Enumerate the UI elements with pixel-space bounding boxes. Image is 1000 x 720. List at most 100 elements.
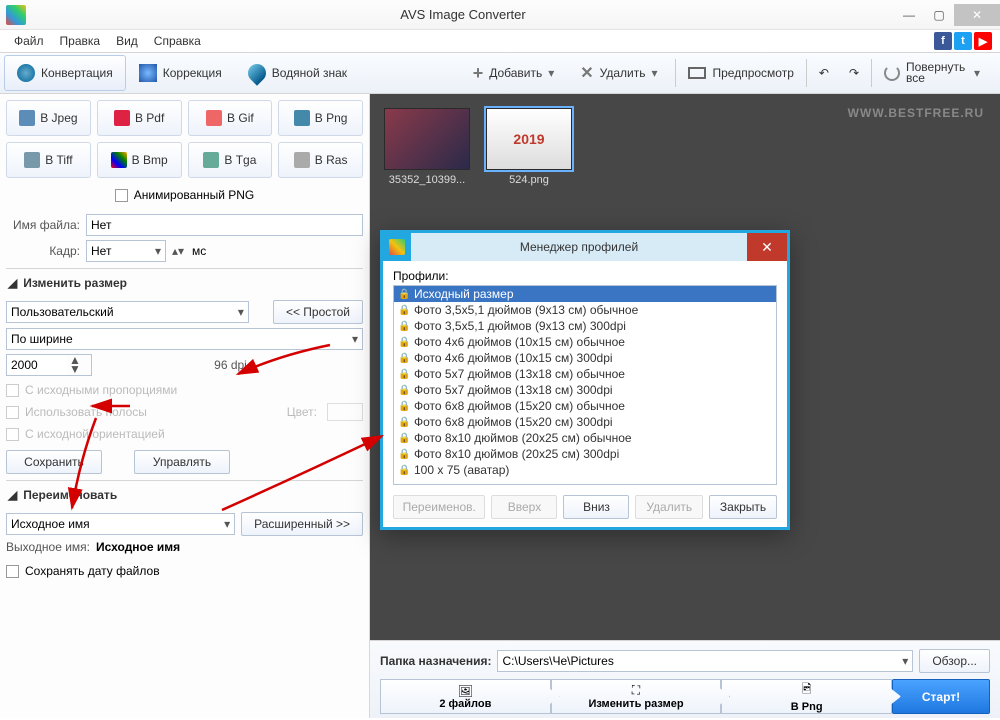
profile-item-label: Фото 5x7 дюймов (13x18 см) 300dpi bbox=[414, 383, 613, 397]
rename-preset-select[interactable]: Исходное имя▾ bbox=[6, 513, 235, 535]
rename-heading[interactable]: ◢Переименовать bbox=[6, 485, 363, 508]
menu-help[interactable]: Справка bbox=[148, 32, 207, 50]
dest-label: Папка назначения: bbox=[380, 654, 491, 668]
move-down-button[interactable]: Вниз bbox=[563, 495, 629, 519]
dest-path-select[interactable]: C:\Users\Че\Pictures▾ bbox=[497, 650, 913, 672]
twitter-icon[interactable]: t bbox=[954, 32, 972, 50]
format-tiff[interactable]: В Tiff bbox=[6, 142, 91, 178]
chevron-down-icon: ▾ bbox=[902, 654, 908, 668]
rename-profile-button: Переименов. bbox=[393, 495, 486, 519]
chevron-down-icon: ▾ bbox=[238, 305, 244, 319]
profile-item[interactable]: 🔒Фото 5x7 дюймов (13x18 см) обычное bbox=[394, 366, 776, 382]
rotate-left-button[interactable]: ↶ bbox=[809, 57, 839, 89]
menu-view[interactable]: Вид bbox=[110, 32, 144, 50]
start-button[interactable]: Старт! bbox=[892, 679, 990, 714]
rotate-all-button[interactable]: Повернуть все▾ bbox=[874, 57, 996, 89]
profile-item-label: 100 x 75 (аватар) bbox=[414, 463, 509, 477]
rotate-right-button[interactable]: ↷ bbox=[839, 57, 869, 89]
close-profile-button[interactable]: Закрыть bbox=[709, 495, 777, 519]
advanced-button[interactable]: Расширенный >> bbox=[241, 512, 363, 536]
outname-label: Выходное имя: bbox=[6, 540, 90, 554]
profile-item[interactable]: 🔒100 x 75 (аватар) bbox=[394, 462, 776, 478]
profiles-label: Профили: bbox=[393, 269, 777, 283]
keep-date-checkbox[interactable] bbox=[6, 565, 19, 578]
profile-item[interactable]: 🔒Фото 3,5x5,1 дюймов (9x13 см) 300dpi bbox=[394, 318, 776, 334]
format-jpeg[interactable]: В Jpeg bbox=[6, 100, 91, 136]
tab-watermark[interactable]: Водяной знак bbox=[235, 55, 360, 91]
format-tga[interactable]: В Tga bbox=[188, 142, 273, 178]
chevron-down-icon[interactable]: ▾ bbox=[651, 66, 663, 80]
profile-item[interactable]: 🔒Фото 4x6 дюймов (10x15 см) 300dpi bbox=[394, 350, 776, 366]
lock-icon: 🔒 bbox=[398, 289, 409, 300]
chevron-down-icon[interactable]: ▾ bbox=[974, 66, 986, 80]
animated-checkbox[interactable] bbox=[115, 189, 128, 202]
filename-input[interactable] bbox=[86, 214, 363, 236]
separator bbox=[871, 59, 872, 87]
keep-orient-checkbox bbox=[6, 428, 19, 441]
pdf-icon bbox=[114, 110, 130, 126]
lock-icon: 🔒 bbox=[398, 385, 409, 396]
tab-correct[interactable]: Коррекция bbox=[126, 55, 235, 91]
lock-icon: 🔒 bbox=[398, 321, 409, 332]
facebook-icon[interactable]: f bbox=[934, 32, 952, 50]
resize-value-input[interactable] bbox=[7, 355, 67, 375]
profile-item[interactable]: 🔒Фото 6x8 дюймов (15x20 см) обычное bbox=[394, 398, 776, 414]
manage-profile-button[interactable]: Управлять bbox=[134, 450, 230, 474]
profile-item-label: Фото 8x10 дюймов (20x25 см) обычное bbox=[414, 431, 632, 445]
resize-by-select[interactable]: По ширине▾ bbox=[6, 328, 363, 350]
main-toolbar: Конвертация Коррекция Водяной знак +Доба… bbox=[0, 52, 1000, 94]
format-png[interactable]: В Png bbox=[278, 100, 363, 136]
step-format[interactable]: 🖻В Png bbox=[721, 679, 892, 714]
chevron-down-icon: ▾ bbox=[224, 517, 230, 531]
menu-file[interactable]: Файл bbox=[8, 32, 50, 50]
chevron-down-icon[interactable]: ▾ bbox=[548, 66, 560, 80]
profile-item[interactable]: 🔒 Фото 5x7 дюймов (13x18 см) 300dpi bbox=[394, 382, 776, 398]
resize-mode-select[interactable]: Пользовательский▾ bbox=[6, 301, 249, 323]
frame-select[interactable]: Нет▾ bbox=[86, 240, 166, 262]
spin-down[interactable]: ▼ bbox=[67, 365, 83, 374]
profile-item[interactable]: 🔒Фото 8x10 дюймов (20x25 см) обычное bbox=[394, 430, 776, 446]
lock-icon: 🔒 bbox=[398, 401, 409, 412]
profile-item[interactable]: 🔒Фото 8x10 дюймов (20x25 см) 300dpi bbox=[394, 446, 776, 462]
tab-convert[interactable]: Конвертация bbox=[4, 55, 126, 91]
simple-button[interactable]: << Простой bbox=[273, 300, 363, 324]
x-icon: ✕ bbox=[580, 63, 593, 83]
resize-icon: ⛶ bbox=[632, 683, 640, 698]
step-resize[interactable]: ⛶Изменить размер bbox=[551, 679, 722, 714]
dialog-close-button[interactable]: ✕ bbox=[747, 233, 787, 261]
format-ras[interactable]: В Ras bbox=[278, 142, 363, 178]
profiles-list[interactable]: 🔒Исходный размер🔒Фото 3,5x5,1 дюймов (9x… bbox=[393, 285, 777, 485]
resize-heading[interactable]: ◢Изменить размер bbox=[6, 273, 363, 296]
chevron-down-icon: ▾ bbox=[352, 332, 358, 346]
add-button[interactable]: +Добавить▾ bbox=[463, 57, 571, 89]
browse-button[interactable]: Обзор... bbox=[919, 649, 990, 673]
delete-profile-button: Удалить bbox=[635, 495, 703, 519]
thumbnail[interactable]: 35352_10399... bbox=[384, 108, 470, 186]
preview-button[interactable]: Предпросмотр bbox=[678, 57, 803, 89]
youtube-icon[interactable]: ▶ bbox=[974, 32, 992, 50]
profile-item-label: Фото 3,5x5,1 дюймов (9x13 см) обычное bbox=[414, 303, 638, 317]
water-icon bbox=[244, 60, 269, 85]
format-pdf[interactable]: В Pdf bbox=[97, 100, 182, 136]
frame-label: Кадр: bbox=[6, 244, 80, 258]
profile-item[interactable]: 🔒Фото 4x6 дюймов (10x15 см) обычное bbox=[394, 334, 776, 350]
resize-value-stepper[interactable]: ▲▼ bbox=[6, 354, 92, 376]
save-profile-button[interactable]: Сохранить bbox=[6, 450, 102, 474]
thumb-caption: 524.png bbox=[486, 174, 572, 186]
profile-item[interactable]: 🔒Фото 6x8 дюймов (15x20 см) 300dpi bbox=[394, 414, 776, 430]
menu-edit[interactable]: Правка bbox=[54, 32, 107, 50]
step-files[interactable]: 🖼2 файлов bbox=[380, 679, 551, 714]
thumbnail[interactable]: 2019 524.png bbox=[486, 108, 572, 186]
minimize-button[interactable]: — bbox=[894, 4, 924, 26]
maximize-button[interactable]: ▢ bbox=[924, 4, 954, 26]
frame-spin[interactable]: ▴▾ bbox=[172, 244, 186, 258]
format-gif[interactable]: В Gif bbox=[188, 100, 273, 136]
format-label: В Png bbox=[315, 111, 348, 125]
profile-item[interactable]: 🔒Фото 3,5x5,1 дюймов (9x13 см) обычное bbox=[394, 302, 776, 318]
caret-icon: ◢ bbox=[8, 488, 17, 502]
bmp-icon bbox=[111, 152, 127, 168]
format-bmp[interactable]: В Bmp bbox=[97, 142, 182, 178]
delete-button[interactable]: ✕Удалить▾ bbox=[570, 57, 673, 89]
profile-item[interactable]: 🔒Исходный размер bbox=[394, 286, 776, 302]
close-button[interactable]: ✕ bbox=[954, 4, 1000, 26]
